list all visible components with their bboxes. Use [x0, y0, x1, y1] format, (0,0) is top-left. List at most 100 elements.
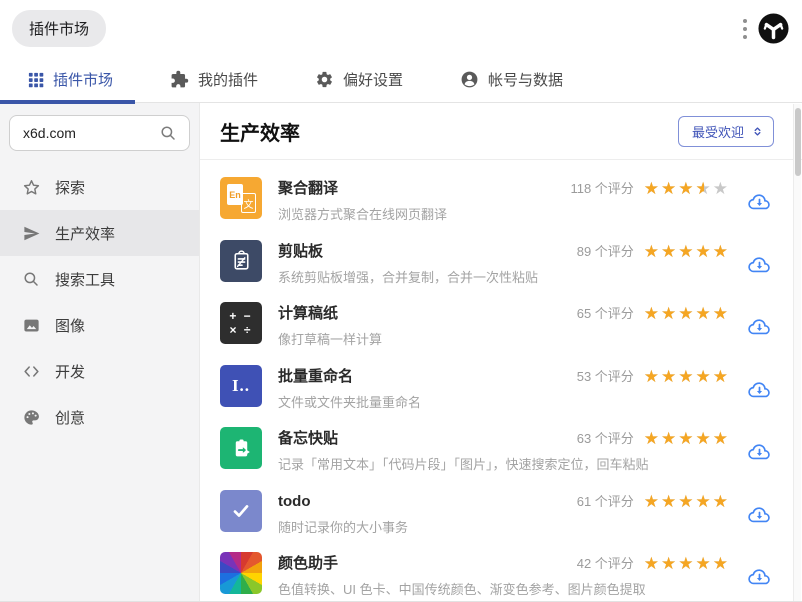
plugin-name: 计算稿纸 [278, 305, 339, 322]
sidebar-item-3[interactable]: 搜索工具 [0, 256, 199, 302]
cloud-download-icon[interactable] [747, 191, 772, 214]
sidebar-item-2[interactable]: 生产效率 [0, 210, 199, 256]
page-title: 生产效率 [220, 122, 300, 145]
code-icon [21, 362, 41, 381]
plugin-description: 色值转换、UI 色卡、中国传统颜色、渐变色参考、图片颜色提取 [278, 582, 646, 597]
colorwheel-plugin-icon [220, 552, 262, 594]
plugin-name: 备忘快贴 [278, 430, 339, 447]
star-rating: ★★★★★★★★★★ [643, 554, 730, 573]
sidebar-item-label: 探索 [55, 179, 86, 197]
sidebar-item-label: 生产效率 [55, 225, 116, 243]
plugin-name: todo [278, 492, 311, 510]
kebab-menu-icon[interactable] [738, 13, 752, 45]
sidebar-item-label: 开发 [55, 363, 86, 381]
plugin-name: 剪贴板 [278, 242, 324, 260]
window-title-badge: 插件市场 [12, 10, 107, 47]
star-rating: ★★★★★★★★★★ [643, 429, 730, 448]
tab-1[interactable]: 插件市场 [28, 69, 113, 90]
category-nav: 探索 生产效率 搜索工具 图像 开发 创意 [0, 164, 199, 440]
rating-count: 63 个评分 [576, 431, 634, 446]
tab-label: 偏好设置 [343, 72, 404, 89]
star-icon [21, 178, 41, 197]
cloud-download-icon[interactable] [747, 316, 772, 339]
puzzle-icon [170, 70, 189, 89]
sort-value: 最受欢迎 [691, 124, 744, 140]
plugin-list: 文En 聚合翻译 浏览器方式聚合在线网页翻译 118 个评分 ★★★★★★★★★… [200, 160, 802, 601]
cloud-download-icon[interactable] [747, 504, 772, 527]
check-plugin-icon [220, 489, 262, 532]
plugin-row[interactable]: 文En 聚合翻译 浏览器方式聚合在线网页翻译 118 个评分 ★★★★★★★★★… [220, 168, 772, 231]
title-bar: 生产效率 最受欢迎 [200, 103, 802, 160]
plugin-name: 聚合翻译 [278, 180, 339, 197]
rename-plugin-icon: I.. [220, 364, 262, 407]
person-icon [460, 70, 479, 89]
sort-select[interactable]: 最受欢迎 [677, 115, 774, 147]
star-rating: ★★★★★★★★★★ [643, 179, 730, 198]
cloud-download-icon[interactable] [747, 379, 772, 402]
plugin-name: 颜色助手 [278, 555, 339, 572]
palette-icon [21, 408, 41, 427]
tab-label: 我的插件 [198, 72, 259, 89]
top-right-controls [738, 12, 790, 45]
cloud-download-icon[interactable] [747, 441, 772, 464]
top-bar: 插件市场 [0, 0, 802, 57]
sidebar: x6d.com 探索 生产效率 搜索工具 图像 开发 创意 [0, 103, 200, 601]
cloud-download-icon[interactable] [747, 254, 772, 277]
sidebar-item-4[interactable]: 图像 [0, 302, 199, 348]
search-value: x6d.com [23, 125, 76, 141]
grid-icon [28, 72, 44, 88]
star-rating: ★★★★★★★★★★ [643, 366, 730, 386]
sidebar-item-1[interactable]: 探索 [0, 164, 199, 210]
clipboard-plugin-icon [220, 239, 262, 282]
search-input[interactable]: x6d.com [9, 115, 190, 151]
plugin-row[interactable]: 剪贴板 系统剪贴板增强，合并复制，合并一次性粘贴 89 个评分 ★★★★★ ★★★… [220, 231, 772, 294]
plugin-row[interactable]: + − × ÷ 计算稿纸 像打草稿一样计算 65 个评分 ★★★★★ ★★★★★ [220, 293, 772, 356]
brand-logo-icon [758, 13, 789, 44]
image-icon [21, 316, 41, 335]
tab-bar: 插件市场 我的插件 偏好设置 帐号与数据 [0, 57, 802, 104]
main-panel: 生产效率 最受欢迎 文 En 聚合翻译 浏览器方式聚合在线网页翻译 118 个评分… [200, 103, 802, 601]
content-area: x6d.com 探索 生产效率 搜索工具 图像 开发 创意 生产效率 最受欢迎 [0, 103, 802, 601]
rating-count: 42 个评分 [576, 556, 634, 571]
plugin-description: 系统剪贴板增强，合并复制，合并一次性粘贴 [278, 269, 539, 285]
tab-label: 插件市场 [53, 72, 114, 89]
star-rating: ★★★★★★★★★★ [643, 241, 730, 261]
star-rating: ★★★★★★★★★★ [643, 304, 730, 323]
plugin-description: 记录「常用文本」「代码片段」「图片」，快速搜索定位，回车粘贴 [278, 457, 649, 472]
plugin-row[interactable]: I.. 批量重命名 文件或文件夹批量重命名 53 个评分 ★★★★★ ★★★★★ [220, 356, 772, 419]
rating-count: 118 个评分 [570, 181, 634, 196]
rating-count: 53 个评分 [576, 368, 634, 384]
scrollbar-track[interactable] [793, 104, 801, 601]
gear-icon [315, 70, 334, 89]
calc-plugin-icon: + − × ÷ [220, 302, 262, 344]
chevron-updown-icon [752, 124, 763, 139]
plugin-row[interactable]: 颜色助手 色值转换、UI 色卡、中国传统颜色、渐变色参考、图片颜色提取 42 个… [220, 543, 772, 601]
rating-count: 61 个评分 [576, 493, 634, 509]
rating-count: 65 个评分 [576, 306, 634, 321]
plugin-description: 浏览器方式聚合在线网页翻译 [278, 207, 448, 222]
sidebar-item-6[interactable]: 创意 [0, 394, 199, 440]
send-icon [21, 224, 41, 243]
rating-count: 89 个评分 [576, 243, 634, 259]
plugin-market-window: 插件市场 插件市场 我的插件 偏好设置 帐号与数据 x6d.com 探索 生产效… [0, 0, 802, 602]
plugin-name: 批量重命名 [278, 367, 354, 385]
star-rating: ★★★★★★★★★★ [643, 491, 730, 511]
search-icon[interactable] [159, 124, 177, 142]
sidebar-item-label: 搜索工具 [55, 271, 116, 289]
tab-4[interactable]: 帐号与数据 [460, 69, 563, 90]
scrollbar-thumb[interactable] [795, 108, 801, 176]
search-icon [21, 270, 41, 288]
active-tab-indicator [0, 100, 135, 104]
sidebar-item-label: 创意 [55, 409, 86, 427]
cloud-download-icon[interactable] [747, 566, 772, 589]
translate-plugin-icon: 文 En [220, 177, 262, 219]
plugin-row[interactable]: 备忘快贴 记录「常用文本」「代码片段」「图片」，快速搜索定位，回车粘贴 63 个… [220, 418, 772, 481]
sidebar-item-5[interactable]: 开发 [0, 348, 199, 394]
tab-3[interactable]: 偏好设置 [315, 69, 403, 90]
sidebar-item-label: 图像 [55, 317, 86, 335]
tab-2[interactable]: 我的插件 [170, 69, 258, 90]
tab-label: 帐号与数据 [488, 72, 564, 89]
plugin-description: 像打草稿一样计算 [278, 332, 383, 347]
plugin-row[interactable]: todo 随时记录你的大小事务 61 个评分 ★★★★★ ★★★★★ [220, 481, 772, 544]
plugin-description: 随时记录你的大小事务 [278, 519, 409, 535]
